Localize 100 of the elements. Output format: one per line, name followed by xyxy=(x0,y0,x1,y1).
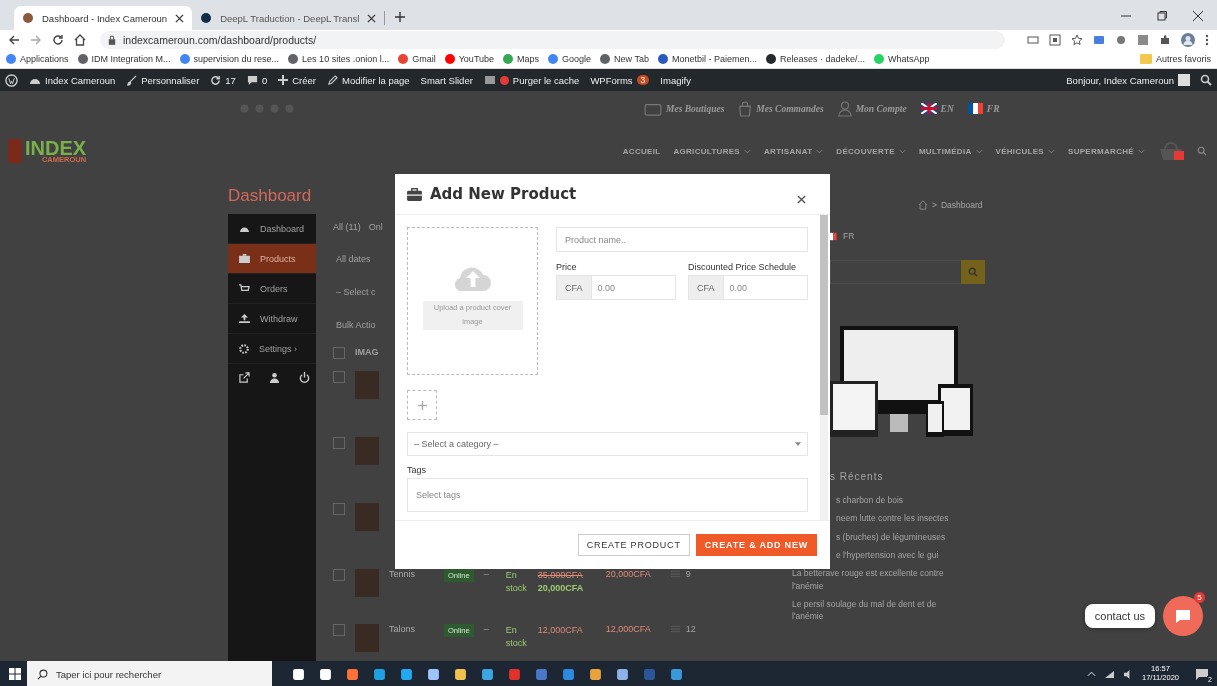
cast-icon[interactable] xyxy=(1027,34,1039,46)
recent-post-link[interactable]: s (bruches) de légumineuses xyxy=(836,527,1006,546)
taskbar-app-icon[interactable] xyxy=(454,667,467,681)
category-filter-dropdown[interactable]: – Select c xyxy=(333,280,386,304)
admin-menu-item[interactable]: WPForms 3 xyxy=(590,74,650,86)
taskbar-app-icon[interactable] xyxy=(616,667,629,681)
nav-link[interactable]: SUPERMARCHÉ xyxy=(1068,146,1145,156)
browser-tab[interactable]: Dashboard - Index Cameroun xyxy=(14,6,193,30)
contact-us-label[interactable]: contact us xyxy=(1084,604,1155,628)
bookmark[interactable]: Les 10 sites .onion l... xyxy=(288,54,390,64)
user-icon[interactable] xyxy=(269,372,280,383)
header-link[interactable]: Mon Compte xyxy=(837,100,907,117)
browser-tab[interactable]: DeepL Traduction - DeepL Transl xyxy=(192,11,386,25)
row-checkbox[interactable] xyxy=(333,624,345,636)
date-filter-dropdown[interactable]: All dates xyxy=(333,247,386,271)
extension-icon[interactable] xyxy=(1115,34,1127,46)
account-menu[interactable]: Bonjour, Index Cameroun xyxy=(1066,74,1190,86)
admin-menu-item[interactable]: Smart Slider xyxy=(420,74,473,86)
nav-link[interactable]: MULTIMÉDIA xyxy=(918,146,983,156)
admin-menu-item[interactable]: 0 xyxy=(246,74,268,86)
external-link-icon[interactable] xyxy=(239,372,250,383)
tags-field[interactable]: Select tags xyxy=(407,478,808,512)
bookmark[interactable]: WhatsApp xyxy=(874,54,930,64)
select-all-checkbox[interactable] xyxy=(333,347,345,359)
address-field[interactable]: indexcameroun.com/dashboard/products/ xyxy=(100,31,1005,49)
back-icon[interactable] xyxy=(8,34,20,46)
bookmark-folder[interactable]: Autres favoris xyxy=(1139,54,1211,64)
menu-icon[interactable] xyxy=(1205,34,1209,46)
product-name-link[interactable]: Talons xyxy=(389,624,434,634)
network-icon[interactable] xyxy=(1104,669,1115,679)
bulk-actions-dropdown[interactable]: Bulk Actio xyxy=(333,313,386,337)
power-icon[interactable] xyxy=(299,372,310,383)
home-icon[interactable] xyxy=(74,34,86,46)
bookmark[interactable]: Applications xyxy=(6,54,69,64)
bookmark[interactable]: Monetbil - Paiemen... xyxy=(657,54,757,64)
close-tab-icon[interactable] xyxy=(175,13,185,23)
taskbar-app-icon[interactable] xyxy=(400,667,413,681)
close-tab-icon[interactable] xyxy=(367,13,377,23)
status-filter-link[interactable]: Onl xyxy=(368,222,383,232)
bookmark[interactable]: Maps xyxy=(503,54,540,64)
extension-icon[interactable] xyxy=(1093,34,1105,46)
sidebar-item[interactable]: Settings › xyxy=(228,334,316,364)
product-name-field[interactable]: Product name.. xyxy=(556,227,808,252)
recent-post-link[interactable]: La betterave rouge est excellente contre l'anémie xyxy=(790,564,962,595)
nav-link[interactable]: ACCUEIL xyxy=(622,146,661,156)
header-link[interactable]: Mes Commandes xyxy=(738,100,824,117)
admin-menu-item[interactable]: Créer xyxy=(278,74,316,86)
bookmark[interactable]: New Tab xyxy=(600,54,649,64)
recent-post-link[interactable]: e l'hypertension avec le gui xyxy=(836,545,1006,565)
taskbar-search-field[interactable]: Taper ici pour rechercher xyxy=(27,661,272,686)
avatar-icon[interactable] xyxy=(1181,33,1195,47)
admin-menu-item[interactable]: Personnaliser xyxy=(126,74,200,86)
taskbar-app-icon[interactable] xyxy=(589,667,602,681)
taskbar-app-icon[interactable] xyxy=(481,667,494,681)
taskbar-app-icon[interactable] xyxy=(319,667,332,681)
recent-post-link[interactable]: Le persil soulage du mal de dent et de l'anémie xyxy=(790,594,962,626)
recent-post-link[interactable]: s charbon de bois xyxy=(836,491,1006,510)
sidebar-item[interactable]: Products xyxy=(228,244,316,274)
admin-menu-item[interactable]: 17 xyxy=(210,74,236,86)
bookmark[interactable]: YouTube xyxy=(444,54,495,64)
close-icon[interactable] xyxy=(1193,11,1203,21)
search-field[interactable] xyxy=(830,260,985,284)
taskbar-app-icon[interactable] xyxy=(427,667,440,681)
bookmark[interactable]: Gmail xyxy=(398,54,436,64)
recent-post-link[interactable]: neem lutte contre les insectes xyxy=(836,509,1006,528)
nav-link[interactable]: ARTISANAT xyxy=(764,146,824,156)
header-link[interactable]: EN xyxy=(920,103,954,114)
status-filter-link[interactable]: All (11) xyxy=(333,222,361,232)
price-field[interactable]: 0.00 xyxy=(590,275,676,300)
category-dropdown[interactable]: – Select a category – xyxy=(407,432,808,456)
language-link[interactable]: FR xyxy=(843,231,855,241)
translate-icon[interactable] xyxy=(1049,34,1061,46)
row-checkbox[interactable] xyxy=(333,503,345,515)
admin-menu-item[interactable]: Purger le cache xyxy=(483,74,580,86)
restore-icon[interactable] xyxy=(1157,11,1167,21)
sidebar-item[interactable]: Orders xyxy=(228,274,316,304)
row-checkbox[interactable] xyxy=(333,371,345,383)
taskbar-app-icon[interactable] xyxy=(292,667,305,681)
bookmark[interactable]: supervision du rese... xyxy=(179,54,280,64)
breadcrumb[interactable]: Dashboard xyxy=(940,200,983,210)
nav-link[interactable]: VÉHICULES xyxy=(995,146,1055,156)
reload-icon[interactable] xyxy=(52,34,64,46)
bookmark[interactable]: IDM Integration M... xyxy=(77,54,171,64)
admin-menu-item[interactable]: Imagify xyxy=(660,74,691,86)
admin-menu-item[interactable]: Modifier la page xyxy=(326,74,410,86)
puzzle-icon[interactable] xyxy=(1159,34,1171,46)
new-tab-icon[interactable] xyxy=(395,12,406,22)
close-icon[interactable] xyxy=(797,194,806,204)
header-link[interactable]: Mes Boutiques xyxy=(644,101,725,116)
windows-start-icon[interactable] xyxy=(9,668,21,680)
bookmark[interactable]: Google xyxy=(548,54,592,64)
price-field[interactable]: 0.00 xyxy=(722,275,808,300)
search-icon[interactable] xyxy=(1200,74,1212,86)
extension-icon[interactable] xyxy=(1137,34,1149,46)
admin-menu-item[interactable]: Index Cameroun xyxy=(29,74,116,86)
product-name-link[interactable]: Tennis xyxy=(389,569,434,579)
row-checkbox[interactable] xyxy=(333,569,345,581)
row-checkbox[interactable] xyxy=(333,437,345,449)
nav-link[interactable]: DÉCOUVERTE xyxy=(836,146,906,156)
chevron-up-icon[interactable] xyxy=(1087,671,1096,677)
